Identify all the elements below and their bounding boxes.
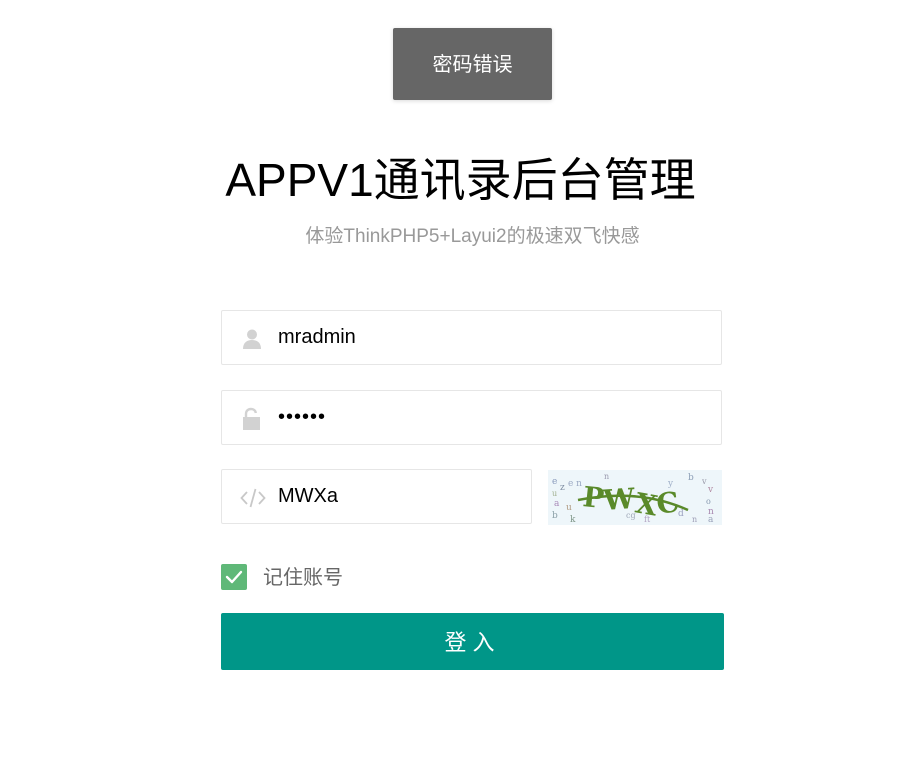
svg-text:e n: e n: [568, 479, 582, 489]
svg-text:v: v: [707, 485, 714, 495]
remember-label: 记住账号: [263, 565, 343, 589]
svg-text:n: n: [604, 472, 609, 481]
username-field[interactable]: [221, 310, 722, 365]
svg-text:b: b: [552, 511, 558, 521]
captcha-input[interactable]: [278, 470, 517, 523]
page-title: APPV1通讯录后台管理: [225, 154, 696, 206]
svg-text:z: z: [560, 483, 565, 493]
svg-text:v: v: [701, 477, 707, 486]
svg-text:e: e: [552, 477, 557, 487]
code-icon: [240, 486, 266, 510]
error-toast: 密码错误: [393, 28, 552, 100]
svg-text:a: a: [554, 499, 560, 509]
username-input[interactable]: [278, 311, 707, 364]
lock-icon: [240, 407, 264, 431]
svg-text:W: W: [601, 482, 636, 517]
svg-text:u: u: [566, 503, 572, 513]
svg-text:o: o: [706, 497, 711, 506]
user-icon: [240, 327, 264, 351]
remember-account[interactable]: 记住账号: [221, 564, 343, 590]
svg-text:b: b: [688, 473, 694, 483]
error-toast-message: 密码错误: [432, 52, 513, 76]
password-input[interactable]: [278, 391, 707, 444]
svg-text:n: n: [692, 515, 697, 524]
captcha-image[interactable]: e z e n u a b u k n cg ft y b v v o n a …: [548, 470, 722, 525]
login-button[interactable]: 登入: [221, 613, 724, 670]
svg-text:k: k: [570, 515, 576, 525]
check-icon: [225, 570, 243, 584]
page-subtitle: 体验ThinkPHP5+Layui2的极速双飞快感: [305, 226, 640, 247]
captcha-field[interactable]: [221, 469, 532, 524]
remember-checkbox[interactable]: [221, 564, 247, 590]
svg-text:u: u: [552, 489, 557, 498]
password-field[interactable]: [221, 390, 722, 445]
svg-text:a: a: [708, 515, 714, 525]
